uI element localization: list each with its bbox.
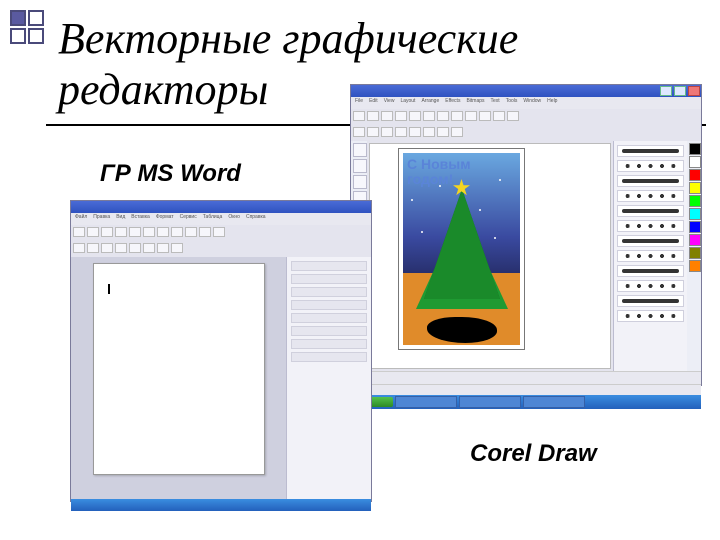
canvas: ★ С Новым годом!	[369, 143, 611, 369]
shape-tool-icon	[353, 159, 367, 173]
formatting-toolbar	[71, 241, 371, 257]
brush-docker	[613, 141, 687, 371]
screenshot-coreldraw: FileEditViewLayoutArrangeEffectsBitmapsT…	[350, 84, 702, 386]
standard-toolbar	[351, 109, 701, 125]
menubar: FileEditViewLayoutArrangeEffectsBitmapsT…	[351, 97, 701, 109]
titlebar	[71, 201, 371, 213]
caption-corel: Corel Draw	[470, 440, 597, 468]
titlebar	[351, 85, 701, 97]
caption-word: ГР MS Word	[100, 160, 241, 188]
pick-tool-icon	[353, 143, 367, 157]
statusbar	[351, 371, 701, 384]
zoom-tool-icon	[353, 175, 367, 189]
hintbar	[351, 384, 701, 395]
windows-taskbar	[71, 499, 371, 511]
text-cursor-icon	[108, 284, 110, 294]
document-page	[93, 263, 265, 475]
color-palette	[687, 141, 701, 371]
close-icon	[688, 86, 700, 96]
screenshot-msword: ФайлПравкаВидВставкаФорматСервисТаблицаО…	[70, 200, 372, 502]
slide-root: Векторные графические редакторы FileEdit…	[0, 0, 720, 540]
drawing-page: ★ С Новым годом!	[398, 148, 525, 350]
minimize-icon	[660, 86, 672, 96]
greeting-text: С Новым годом!	[407, 157, 471, 188]
windows-taskbar	[351, 395, 701, 409]
maximize-icon	[674, 86, 686, 96]
corner-logo	[10, 10, 44, 44]
task-pane	[286, 257, 371, 499]
property-toolbar	[351, 125, 701, 141]
standard-toolbar	[71, 225, 371, 241]
menubar: ФайлПравкаВидВставкаФорматСервисТаблицаО…	[71, 213, 371, 225]
